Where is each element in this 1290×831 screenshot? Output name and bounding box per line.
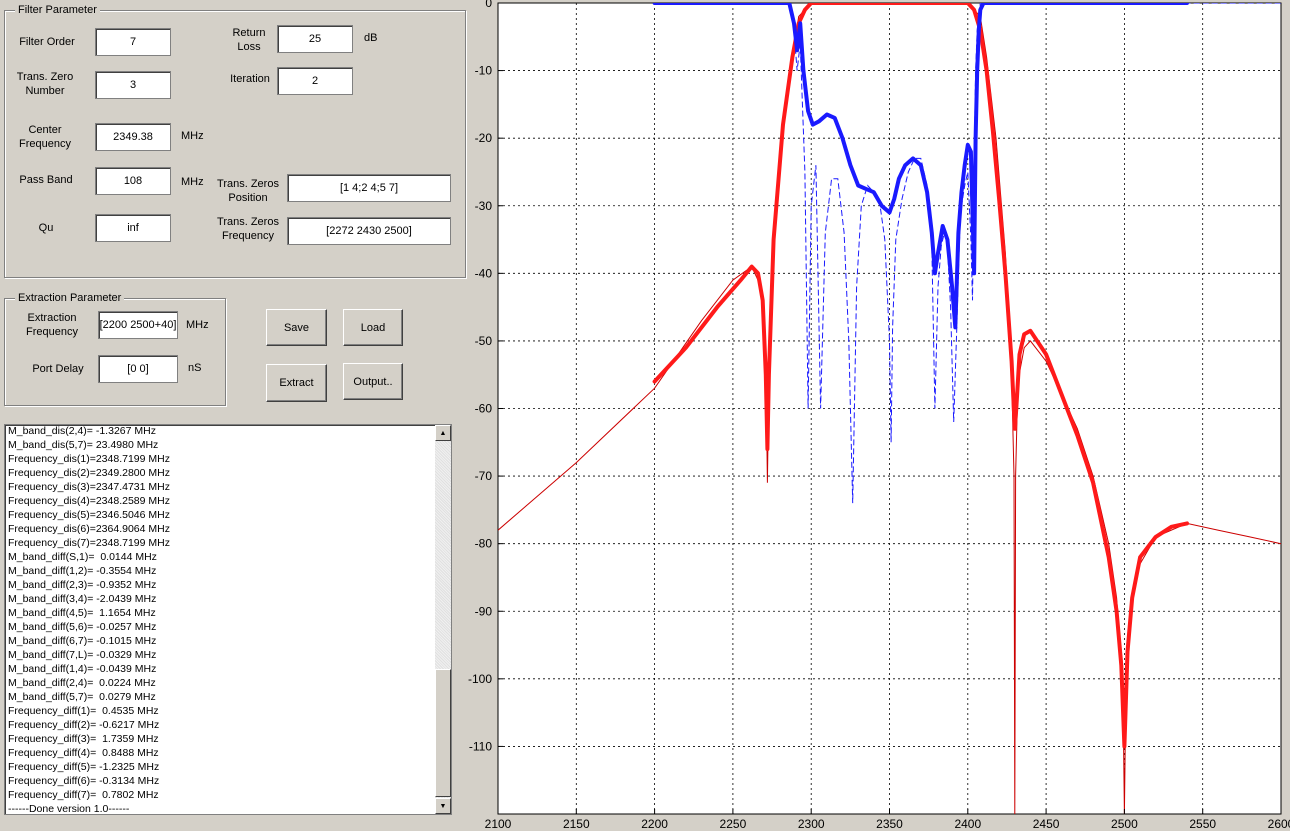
y-tick-label: -90 (475, 604, 493, 618)
x-tick-label: 2200 (641, 817, 668, 831)
x-tick-label: 2350 (876, 817, 903, 831)
log-line: M_band_diff(5,7)= 0.0279 MHz (8, 691, 156, 703)
y-tick-label: -10 (475, 64, 493, 78)
extraction-parameter-title: Extraction Parameter (15, 292, 125, 304)
y-tick-label: -30 (475, 199, 493, 213)
log-line: Frequency_diff(5)= -1.2325 MHz (8, 761, 160, 773)
log-line: Frequency_dis(7)=2348.7199 MHz (8, 537, 170, 549)
extraction-frequency-label: Extraction Frequency (26, 312, 78, 338)
x-tick-label: 2150 (563, 817, 590, 831)
tz-number-input[interactable]: 3 (95, 71, 171, 99)
log-line: M_band_diff(1,4)= -0.0439 MHz (8, 663, 157, 675)
log-line: M_band_diff(2,4)= 0.0224 MHz (8, 677, 156, 689)
log-line: Frequency_diff(1)= 0.4535 MHz (8, 705, 159, 717)
log-line: Frequency_dis(2)=2349.2800 MHz (8, 467, 170, 479)
center-frequency-input[interactable]: 2349.38 (95, 123, 171, 151)
response-plot[interactable]: 2100 2150 2200 2250 2300 2350 2400 2450 2500 2550… (460, 0, 1290, 831)
pass-band-input[interactable]: 108 (95, 167, 171, 195)
log-line: Frequency_dis(1)=2348.7199 MHz (8, 453, 170, 465)
tz-frequency-label: Trans. Zeros Frequency (217, 216, 279, 242)
x-tick-label: 2100 (485, 817, 512, 831)
x-tick-label: 2500 (1111, 817, 1138, 831)
port-delay-label: Port Delay (32, 363, 84, 375)
log-line: Frequency_diff(6)= -0.3134 MHz (8, 775, 160, 787)
qu-label: Qu (38, 222, 54, 234)
y-tick-label: -80 (475, 537, 493, 551)
log-line: Frequency_diff(7)= 0.7802 MHz (8, 789, 159, 801)
filter-order-input[interactable]: 7 (95, 28, 171, 56)
extraction-frequency-unit: MHz (186, 319, 209, 331)
tz-position-label: Trans. Zeros Position (217, 178, 279, 204)
y-tick-label: -100 (468, 672, 492, 686)
center-frequency-unit: MHz (181, 130, 204, 142)
log-listbox[interactable]: M_band_dis(2,4)= -1.3267 MHz M_band_dis(5… (4, 424, 452, 815)
x-tick-label: 2600 (1268, 817, 1290, 831)
log-line: M_band_diff(7,L)= -0.0329 MHz (8, 649, 157, 661)
y-tick-label: -110 (469, 739, 492, 753)
log-line: M_band_diff(5,6)= -0.0257 MHz (8, 621, 157, 633)
log-line: Frequency_dis(4)=2348.2589 MHz (8, 495, 170, 507)
tz-number-label: Trans. Zero Number (16, 71, 74, 97)
extraction-frequency-input[interactable]: [2200 2500+40] (98, 311, 178, 339)
port-delay-input[interactable]: [0 0] (98, 355, 178, 383)
load-button[interactable]: Load (343, 309, 403, 346)
log-line: Frequency_dis(3)=2347.4731 MHz (8, 481, 170, 493)
return-loss-unit: dB (364, 32, 378, 44)
x-tick-label: 2250 (720, 817, 747, 831)
y-tick-label: -20 (475, 131, 493, 145)
y-tick-label: -70 (475, 469, 493, 483)
log-line: M_band_diff(1,2)= -0.3554 MHz (8, 565, 157, 577)
log-line: Frequency_dis(5)=2346.5046 MHz (8, 509, 170, 521)
plot-axes (497, 2, 1282, 815)
x-tick-label: 2450 (1033, 817, 1060, 831)
extract-button[interactable]: Extract (266, 364, 327, 402)
log-lines: M_band_dis(2,4)= -1.3267 MHz M_band_dis(5… (8, 425, 436, 815)
y-tick-label: -50 (475, 334, 493, 348)
port-delay-unit: nS (188, 362, 202, 374)
output-button[interactable]: Output.. (343, 363, 403, 400)
log-line: M_band_diff(2,3)= -0.9352 MHz (8, 579, 157, 591)
log-line: M_band_diff(S,1)= 0.0144 MHz (8, 551, 157, 563)
log-line: M_band_diff(6,7)= -0.1015 MHz (8, 635, 157, 647)
x-tick-label: 2300 (798, 817, 825, 831)
log-line: M_band_diff(4,5)= 1.1654 MHz (8, 607, 156, 619)
x-tick-label: 2550 (1189, 817, 1216, 831)
tz-frequency-input[interactable]: [2272 2430 2500] (287, 217, 451, 245)
log-line: M_band_diff(3,4)= -2.0439 MHz (8, 593, 157, 605)
log-scrollbar[interactable]: ▲ ▼ (435, 425, 451, 814)
iteration-label: Iteration (230, 73, 270, 85)
return-loss-input[interactable]: 25 (277, 25, 353, 53)
scroll-thumb[interactable] (435, 669, 451, 797)
log-line: ------Done version 1.0------ (8, 803, 130, 815)
y-tick-label: -60 (475, 402, 493, 416)
tz-position-input[interactable]: [1 4;2 4;5 7] (287, 174, 451, 202)
pass-band-label: Pass Band (19, 174, 73, 186)
filter-parameter-title: Filter Parameter (15, 4, 100, 16)
x-tick-label: 2400 (954, 817, 981, 831)
iteration-input[interactable]: 2 (277, 67, 353, 95)
log-line: M_band_dis(2,4)= -1.3267 MHz (8, 425, 156, 437)
log-line: M_band_dis(5,7)= 23.4980 MHz (8, 439, 159, 451)
y-tick-label: -40 (475, 266, 493, 280)
y-tick-label: 0 (485, 0, 492, 10)
center-frequency-label: Center Frequency (19, 124, 71, 150)
pass-band-unit: MHz (181, 176, 204, 188)
qu-input[interactable]: inf (95, 214, 171, 242)
return-loss-label: Return Loss (232, 27, 266, 53)
filter-order-label: Filter Order (19, 36, 75, 48)
log-line: Frequency_diff(2)= -0.6217 MHz (8, 719, 160, 731)
scroll-down-icon[interactable]: ▼ (435, 798, 451, 814)
log-line: Frequency_diff(3)= 1.7359 MHz (8, 733, 159, 745)
log-line: Frequency_diff(4)= 0.8488 MHz (8, 747, 159, 759)
save-button[interactable]: Save (266, 309, 327, 346)
scroll-up-icon[interactable]: ▲ (435, 425, 451, 441)
log-line: Frequency_dis(6)=2364.9064 MHz (8, 523, 170, 535)
